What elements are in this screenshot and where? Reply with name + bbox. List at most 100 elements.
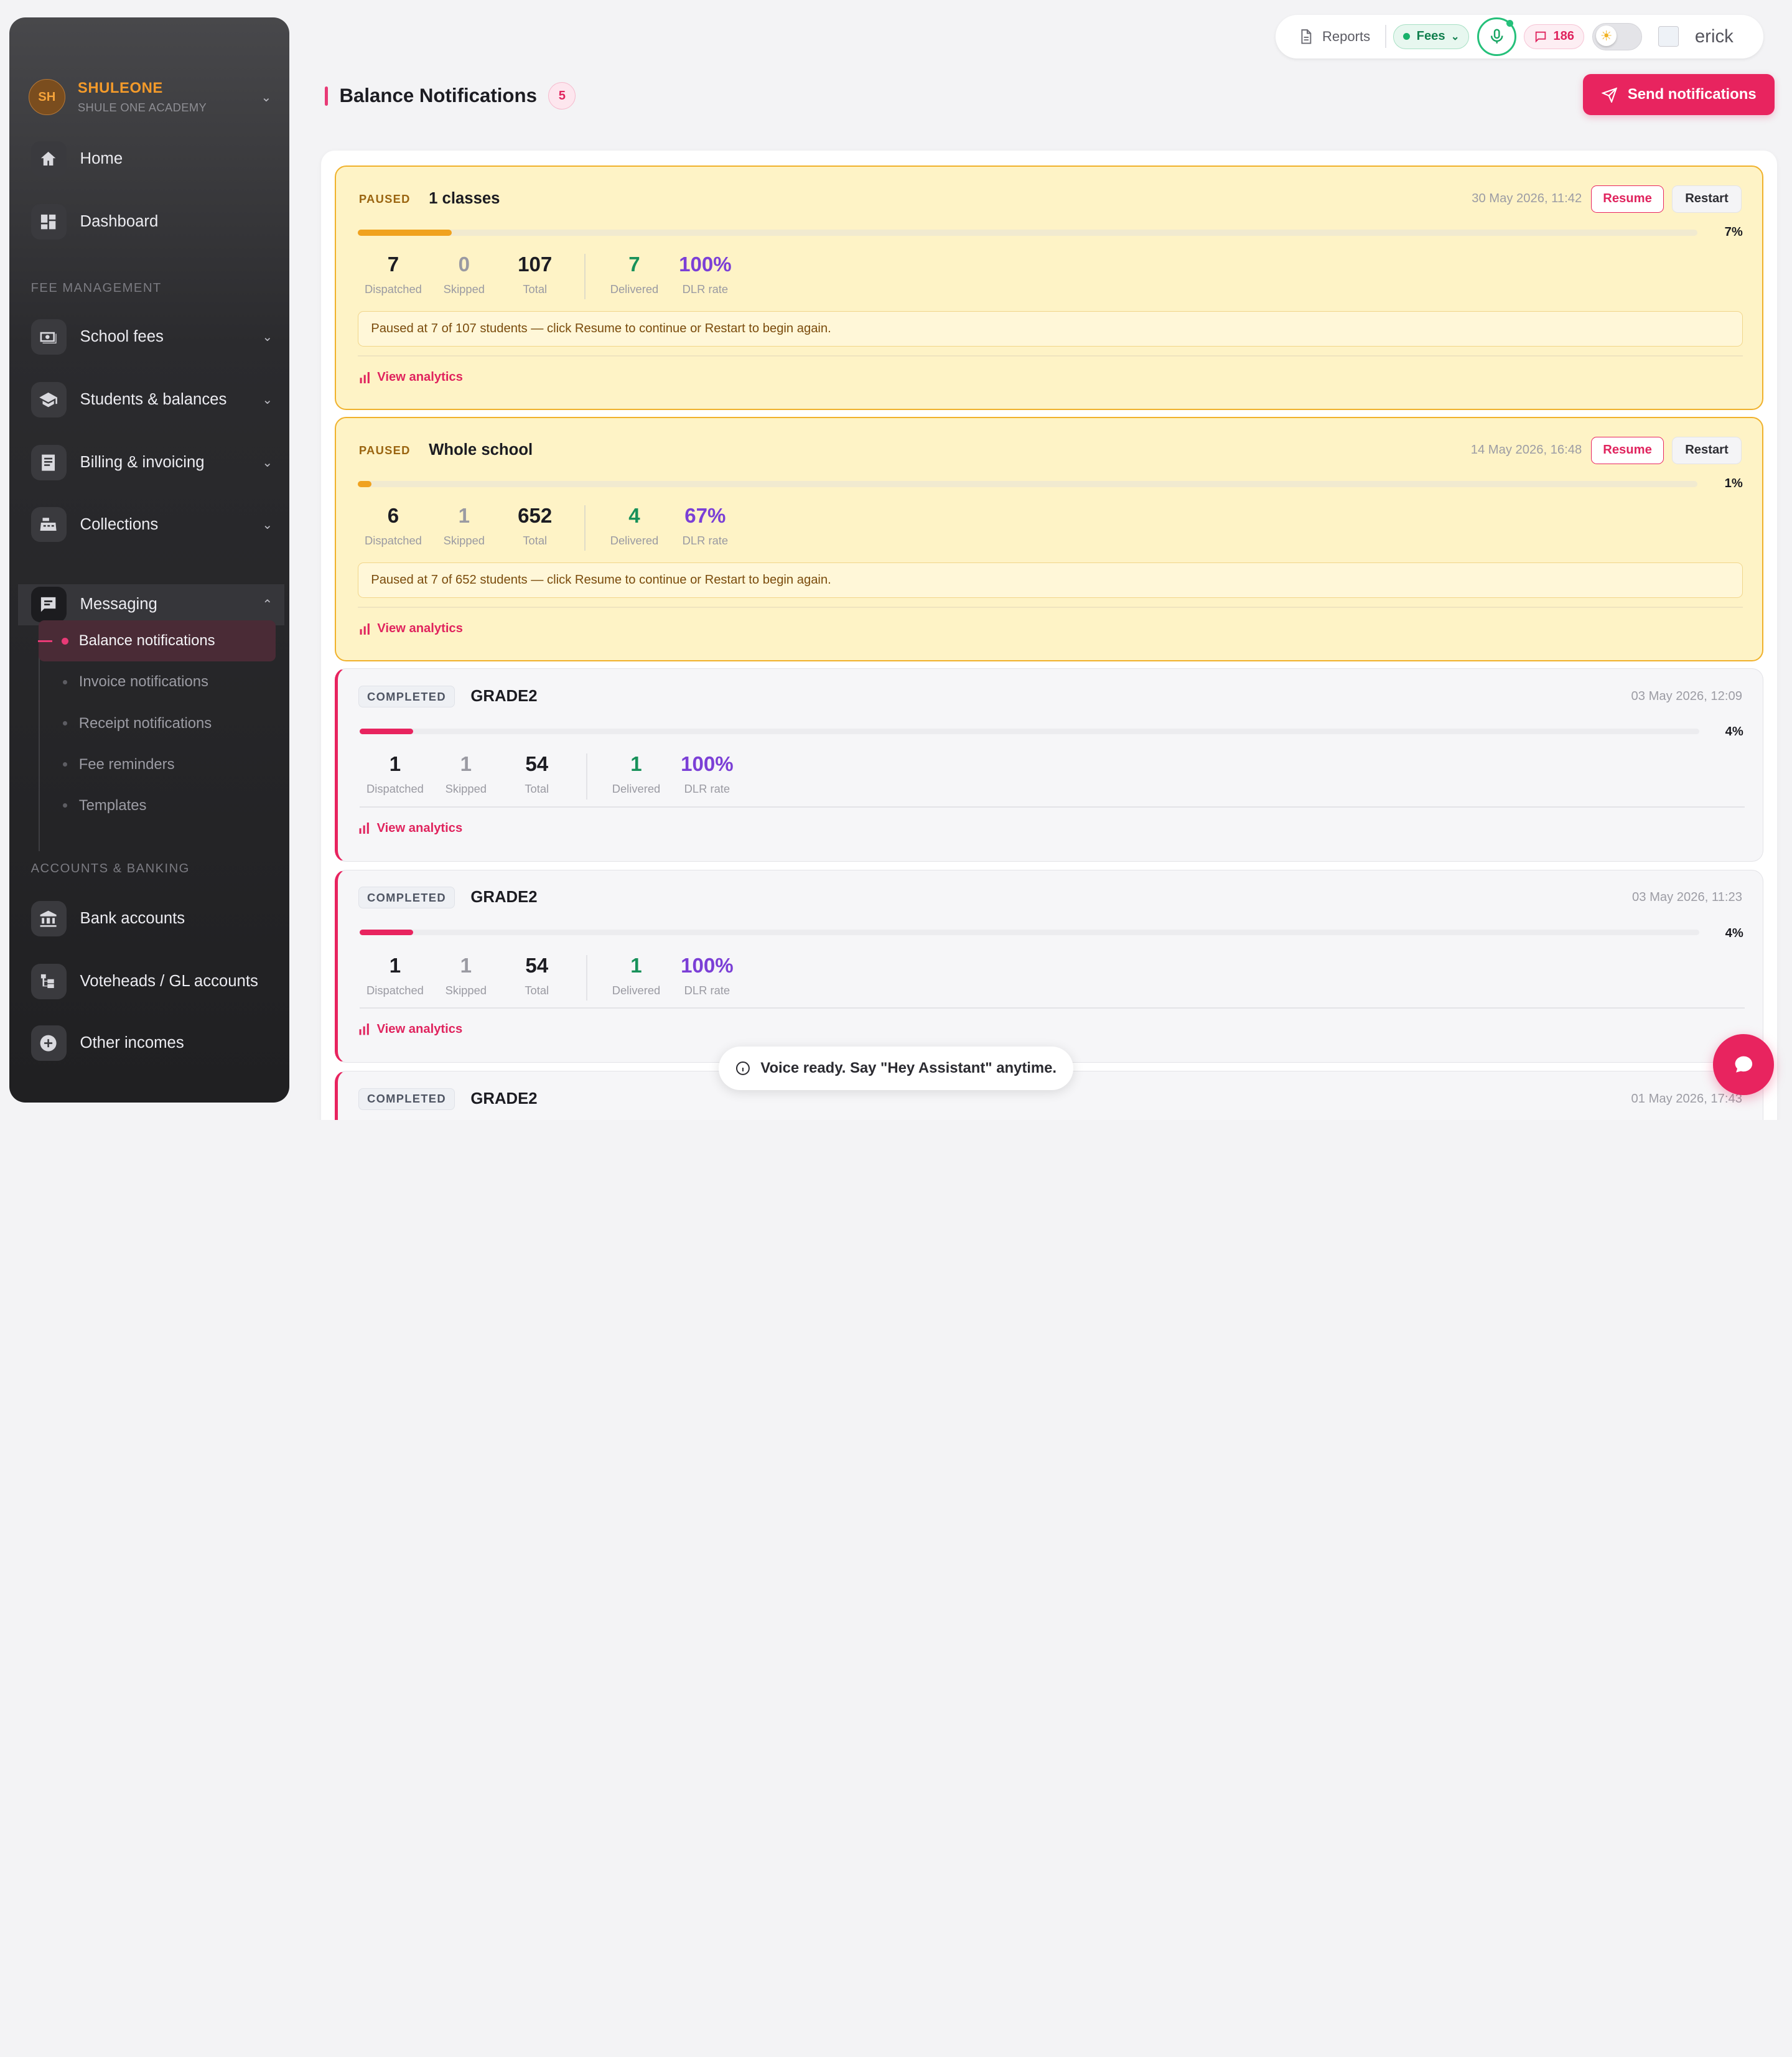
subnav-label: Templates xyxy=(78,796,147,814)
stat-label: Dispatched xyxy=(366,983,424,997)
stat-value: 652 xyxy=(518,504,553,528)
chat-button[interactable] xyxy=(1713,1034,1774,1095)
sidebar-item-label: Other incomes xyxy=(80,1034,184,1052)
dot-icon xyxy=(62,637,69,645)
send-notifications-button[interactable]: Send notifications xyxy=(1582,74,1775,116)
view-analytics-link[interactable]: View analytics xyxy=(358,1022,462,1037)
restart-button[interactable]: Restart xyxy=(1672,436,1742,464)
progress-fill xyxy=(358,481,371,487)
sidebar-item-messaging[interactable]: Messaging ⌃ xyxy=(18,584,285,625)
module-select[interactable]: Fees ⌄ xyxy=(1393,24,1470,49)
user-name[interactable]: erick xyxy=(1695,26,1734,47)
dashboard-icon xyxy=(30,203,67,240)
graduation-cap-icon xyxy=(30,382,67,418)
view-analytics-link[interactable]: View analytics xyxy=(358,821,462,836)
sidebar-item-label: Billing & invoicing xyxy=(80,454,205,472)
stat-label: Delivered xyxy=(610,282,659,296)
card-title: GRADE2 xyxy=(470,889,538,907)
stat-dispatched: 7 Dispatched xyxy=(358,253,429,299)
stat-label: Skipped xyxy=(445,983,487,997)
stat-value: 54 xyxy=(525,954,549,977)
stat-value: 1 xyxy=(389,753,401,777)
page-title: Balance Notifications 5 xyxy=(324,82,576,110)
document-icon xyxy=(1301,29,1312,44)
view-analytics-label: View analytics xyxy=(376,1022,463,1036)
sidebar-item-billing-invoicing[interactable]: Billing & invoicing ⌄ xyxy=(30,442,276,483)
resume-button[interactable]: Resume xyxy=(1590,436,1664,464)
sidebar-item-other-incomes[interactable]: Other incomes xyxy=(30,1023,276,1064)
sidebar-item-students-balances[interactable]: Students & balances ⌄ xyxy=(30,380,276,421)
stat-total: 54 Total xyxy=(502,753,572,799)
subnav-templates[interactable]: Templates xyxy=(39,785,275,826)
card-date: 14 May 2026, 16:48 xyxy=(1470,443,1582,457)
stats-row: 6 Dispatched 1 Skipped 652 Total 4 Delivered… xyxy=(358,505,740,551)
messages-count: 186 xyxy=(1553,29,1575,44)
tree-icon xyxy=(30,964,67,1000)
progress-bar xyxy=(358,230,1697,236)
sidebar-item-label: Students & balances xyxy=(80,391,227,409)
subnav-balance-notifications[interactable]: Balance notifications xyxy=(37,620,276,662)
stat-label: Dispatched xyxy=(366,782,424,796)
send-label: Send notifications xyxy=(1627,86,1757,103)
sidebar-item-label: Bank accounts xyxy=(80,910,185,928)
subnav-fee-reminders[interactable]: Fee reminders xyxy=(39,744,275,785)
progress-percent: 7% xyxy=(1724,225,1743,239)
stat-label: Delivered xyxy=(610,533,659,547)
live-indicator xyxy=(1506,20,1513,27)
stat-value: 54 xyxy=(525,753,549,777)
stat-label: Delivered xyxy=(612,983,661,997)
stat-value: 67% xyxy=(684,504,726,528)
messaging-subnav: Balance notifications Invoice notificati… xyxy=(37,620,276,826)
sidebar-item-voteheads[interactable]: Voteheads / GL accounts xyxy=(30,961,276,1002)
stat-label: Dispatched xyxy=(365,533,422,547)
messages-badge-button[interactable]: 186 xyxy=(1524,24,1584,49)
stat-dlr-rate: 100% DLR rate xyxy=(670,253,740,299)
topbar: Reports Fees ⌄ 186 ☀ erick xyxy=(1275,14,1764,58)
stat-label: Total xyxy=(525,983,549,997)
status-badge: COMPLETED xyxy=(358,1088,455,1110)
plus-circle-icon xyxy=(30,1025,67,1061)
progress-percent: 4% xyxy=(1725,926,1743,940)
stat-skipped: 1 Skipped xyxy=(431,954,502,1001)
sidebar-item-dashboard[interactable]: Dashboard xyxy=(30,201,276,242)
stat-value: 107 xyxy=(518,253,553,276)
title-accent xyxy=(324,86,329,106)
stats-row: 1 Dispatched 1 Skipped 54 Total 1 Delivered … xyxy=(360,954,742,1001)
stat-label: Skipped xyxy=(445,782,487,796)
progress-percent: 1% xyxy=(1724,477,1743,491)
school-switcher[interactable]: SH SHULEONE SHULE ONE ACADEMY ⌄ xyxy=(28,68,274,126)
stat-label: Delivered xyxy=(612,782,661,796)
view-analytics-link[interactable]: View analytics xyxy=(359,622,463,636)
reports-button[interactable]: Reports xyxy=(1298,29,1370,45)
divider xyxy=(584,253,586,300)
resume-button[interactable]: Resume xyxy=(1590,185,1664,213)
divider xyxy=(586,753,587,800)
stat-label: Dispatched xyxy=(365,282,422,296)
sidebar-item-school-fees[interactable]: School fees ⌄ xyxy=(30,317,276,358)
user-avatar[interactable] xyxy=(1658,26,1679,47)
voice-assistant-button[interactable] xyxy=(1477,17,1516,56)
stat-delivered: 7 Delivered xyxy=(599,253,670,299)
view-analytics-link[interactable]: View analytics xyxy=(359,370,463,385)
app-root: SH SHULEONE SHULE ONE ACADEMY ⌄ Home Das… xyxy=(0,0,1792,1120)
status-badge: COMPLETED xyxy=(358,686,455,708)
subnav-receipt-notifications[interactable]: Receipt notifications xyxy=(39,703,275,744)
subnav-invoice-notifications[interactable]: Invoice notifications xyxy=(39,661,275,702)
sidebar-item-bank-accounts[interactable]: Bank accounts xyxy=(30,898,276,940)
stat-label: Total xyxy=(523,282,548,296)
progress-fill xyxy=(358,230,452,236)
invoice-icon xyxy=(30,445,67,481)
stat-label: DLR rate xyxy=(682,533,729,547)
restart-button[interactable]: Restart xyxy=(1672,185,1742,213)
card-date: 01 May 2026, 17:43 xyxy=(1631,1091,1742,1106)
stat-value: 7 xyxy=(628,253,640,276)
theme-toggle[interactable]: ☀ xyxy=(1592,22,1643,50)
sidebar-item-collections[interactable]: Collections ⌄ xyxy=(30,504,276,545)
progress-bar xyxy=(360,728,1699,735)
card-title: 1 classes xyxy=(429,190,500,208)
sidebar-item-home[interactable]: Home xyxy=(30,138,276,179)
brand-name: SHULEONE xyxy=(77,80,163,97)
card-header: COMPLETED GRADE2 01 May 2026, 17:43 xyxy=(358,1088,1742,1111)
section-fee-management: FEE MANAGEMENT xyxy=(30,281,162,295)
sidebar-item-label: School fees xyxy=(80,328,164,346)
